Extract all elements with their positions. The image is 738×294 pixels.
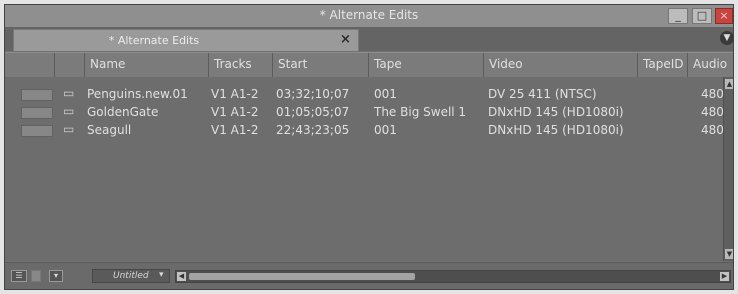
cell-tracks: V1 A1-2	[211, 87, 259, 101]
cell-tracks: V1 A1-2	[211, 105, 259, 119]
cell-tape: 001	[374, 123, 397, 137]
column-header-tracks[interactable]: Tracks	[209, 53, 273, 77]
row-selector[interactable]	[21, 107, 53, 119]
bin-view-select[interactable]: Untitled ▾	[92, 269, 170, 283]
tab-alternate-edits[interactable]: * Alternate Edits ×	[13, 29, 359, 51]
column-header-start[interactable]: Start	[273, 53, 369, 77]
cell-start: 01;05;05;07	[276, 105, 350, 119]
maximize-icon[interactable]: □	[692, 8, 712, 24]
row-selector[interactable]	[21, 125, 53, 137]
sequence-icon: ▭	[63, 86, 75, 100]
scroll-right-icon[interactable]: ▶	[720, 272, 729, 281]
clip-list: ▭ Penguins.new.01 V1 A1-2 03;32;10;07 00…	[5, 77, 724, 261]
cell-video: DV 25 411 (NTSC)	[488, 87, 597, 101]
scroll-thumb[interactable]	[189, 273, 415, 280]
column-header-tape[interactable]: Tape	[369, 53, 484, 77]
cell-audio: 480	[701, 105, 724, 119]
column-header-select[interactable]	[5, 53, 55, 77]
column-header-name[interactable]: Name	[85, 53, 209, 77]
cell-name: Seagull	[87, 123, 132, 137]
cell-tape: 001	[374, 87, 397, 101]
cell-video: DNxHD 145 (HD1080i)	[488, 105, 624, 119]
title-bar[interactable]: * Alternate Edits _ □ ×	[5, 5, 733, 28]
bin-view-label: Untitled	[113, 271, 149, 281]
tab-bar: * Alternate Edits × ▼	[5, 27, 733, 51]
close-icon[interactable]: ×	[715, 8, 733, 24]
chevron-down-icon: ▾	[159, 270, 164, 280]
cell-start: 03;32;10;07	[276, 87, 350, 101]
scroll-up-icon[interactable]: ▲	[725, 79, 733, 89]
sequence-icon: ▭	[63, 104, 75, 118]
bin-window: * Alternate Edits _ □ × * Alternate Edit…	[4, 4, 734, 290]
column-header-video[interactable]: Video	[484, 53, 638, 77]
row-selector[interactable]	[21, 89, 53, 101]
cell-start: 22;43;23;05	[276, 123, 350, 137]
table-row[interactable]: ▭ Seagull V1 A1-2 22;43;23;05 001 DNxHD …	[5, 122, 724, 140]
scroll-left-icon[interactable]: ◀	[177, 272, 186, 281]
sequence-icon: ▭	[63, 122, 75, 136]
frame-view-icon[interactable]	[31, 270, 41, 282]
table-row[interactable]: ▭ GoldenGate V1 A1-2 01;05;05;07 The Big…	[5, 104, 724, 122]
bottom-toolbar: ☰ ▾ Untitled ▾ ◀ ▶	[5, 262, 733, 289]
cell-tracks: V1 A1-2	[211, 123, 259, 137]
window-title: * Alternate Edits	[319, 8, 419, 22]
cell-video: DNxHD 145 (HD1080i)	[488, 123, 624, 137]
column-header-audio[interactable]: Audio	[688, 53, 733, 77]
tab-label: * Alternate Edits	[108, 34, 200, 47]
cell-name: GoldenGate	[87, 105, 159, 119]
column-headers: Name Tracks Start Tape Video TapeID Audi…	[5, 52, 733, 78]
fast-menu-icon[interactable]: ☰	[11, 270, 27, 282]
column-header-icon[interactable]	[55, 53, 85, 77]
scroll-down-icon[interactable]: ▼	[725, 249, 733, 259]
cell-audio: 480	[701, 123, 724, 137]
tab-close-icon[interactable]: ×	[340, 32, 351, 47]
minimize-icon[interactable]: _	[668, 8, 688, 24]
view-menu-icon[interactable]: ▾	[49, 270, 63, 282]
cell-audio: 480	[701, 87, 724, 101]
horizontal-scrollbar[interactable]: ◀ ▶	[175, 270, 731, 283]
column-header-tapeid[interactable]: TapeID	[638, 53, 688, 77]
table-row[interactable]: ▭ Penguins.new.01 V1 A1-2 03;32;10;07 00…	[5, 86, 724, 104]
vertical-scrollbar[interactable]: ▲ ▼	[723, 77, 733, 261]
cell-tape: The Big Swell 1	[374, 105, 467, 119]
tab-menu-icon[interactable]: ▼	[720, 31, 733, 45]
cell-name: Penguins.new.01	[87, 87, 188, 101]
